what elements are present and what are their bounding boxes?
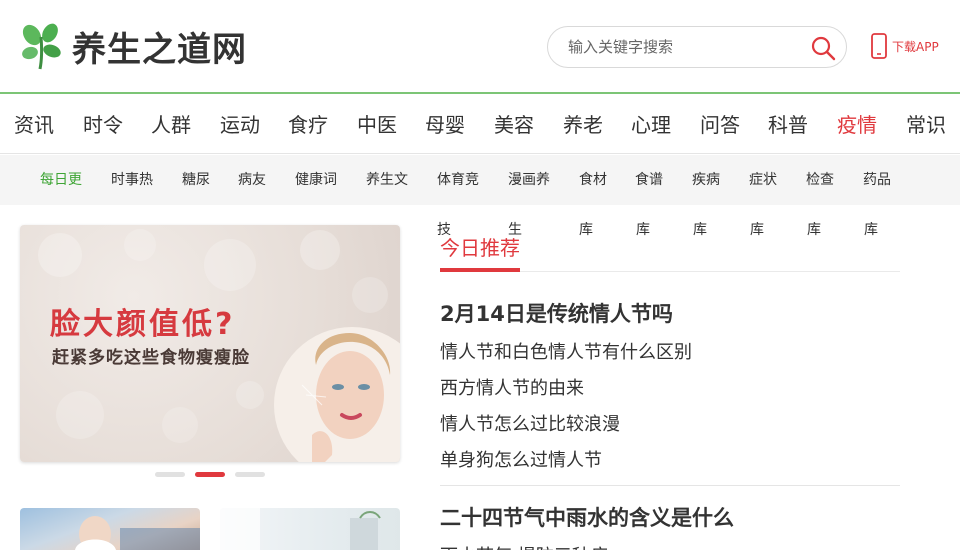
- search-box: [547, 26, 847, 68]
- sub-nav-item[interactable]: 漫画养: [508, 155, 550, 205]
- sub-nav-item[interactable]: 病友: [238, 155, 266, 205]
- sub-nav-overflow-char: 库: [636, 222, 650, 238]
- sub-nav-overflow-char: 库: [864, 222, 878, 238]
- sub-nav-item[interactable]: 食材: [579, 155, 607, 205]
- sub-nav-item[interactable]: 检查: [806, 155, 834, 205]
- main-nav-item[interactable]: 母婴: [425, 96, 465, 154]
- tab-today-recommend[interactable]: 今日推荐: [440, 232, 520, 261]
- sub-nav-item[interactable]: 糖尿: [182, 155, 210, 205]
- main-nav-item[interactable]: 养老: [563, 96, 603, 154]
- logo-text: 养生之道网: [72, 29, 247, 70]
- main-nav-item[interactable]: 时令: [83, 96, 123, 154]
- search-icon[interactable]: [810, 35, 836, 61]
- download-app-label: 下载APP: [892, 39, 939, 54]
- sub-nav-overflow-char: 库: [693, 222, 707, 238]
- sub-nav-overflow-char: 库: [579, 222, 593, 238]
- family-photo: [75, 516, 200, 550]
- sub-nav-item[interactable]: 时事热: [111, 155, 153, 205]
- article-link[interactable]: 单身狗怎么过情人节: [440, 446, 602, 472]
- main-nav-item[interactable]: 科普: [768, 96, 808, 154]
- main-nav-item[interactable]: 人群: [151, 96, 191, 154]
- banner-subtitle: 赶紧多吃这些食物瘦瘦脸: [52, 348, 250, 368]
- phone-icon: [871, 33, 887, 59]
- article-headline[interactable]: 2月14日是传统情人节吗: [440, 298, 673, 328]
- sub-nav-item[interactable]: 疾病: [692, 155, 720, 205]
- main-nav-item[interactable]: 资讯: [14, 96, 54, 154]
- article-group-divider: [440, 485, 900, 486]
- sub-nav-item[interactable]: 体育竞: [437, 155, 479, 205]
- carousel-indicators: [155, 472, 265, 478]
- main-nav-item[interactable]: 常识: [906, 96, 946, 154]
- leaf-logo-icon: [22, 23, 61, 70]
- banner-slide[interactable]: 脸大颜值低? 赶紧多吃这些食物瘦瘦脸: [20, 225, 400, 462]
- article-link[interactable]: 情人节怎么过比较浪漫: [440, 410, 620, 436]
- sub-nav-overflow-char: 库: [750, 222, 764, 238]
- main-nav-item[interactable]: 心理: [631, 96, 671, 154]
- sub-nav-item[interactable]: 食谱: [635, 155, 663, 205]
- sub-nav-overflow-char: 库: [807, 222, 821, 238]
- site-header: 养生之道网 下载APP: [0, 0, 960, 94]
- sub-nav-item[interactable]: 症状: [749, 155, 777, 205]
- article-link[interactable]: 西方情人节的由来: [440, 374, 584, 400]
- download-app-link[interactable]: 下载APP: [870, 33, 939, 59]
- tab-active-indicator: [440, 268, 520, 272]
- sub-nav-item[interactable]: 养生文: [366, 155, 408, 205]
- article-link[interactable]: 情人节和白色情人节有什么区别: [440, 338, 692, 364]
- woman-face-illustration: [274, 327, 400, 462]
- main-nav: 资讯 时令 人群 运动 食疗 中医 母婴 美容 养老 心理 问答 科普 疫情 常…: [0, 96, 960, 154]
- carousel-dot[interactable]: [235, 472, 265, 477]
- main-nav-item[interactable]: 问答: [700, 96, 740, 154]
- main-nav-item[interactable]: 食疗: [288, 96, 328, 154]
- sub-nav-item-active[interactable]: 每日更: [40, 155, 82, 205]
- sub-nav-item[interactable]: 药品: [863, 155, 891, 205]
- sub-nav: 每日更 时事热 糖尿 病友 健康词 养生文 体育竞 漫画养 食材 食谱 疾病 症…: [0, 155, 960, 205]
- room-photo: [220, 508, 381, 550]
- article-link[interactable]: 雨水节气 提防三种病: [440, 542, 608, 550]
- main-nav-item[interactable]: 中医: [357, 96, 397, 154]
- article-headline[interactable]: 二十四节气中雨水的含义是什么: [440, 502, 734, 532]
- sub-nav-item[interactable]: 健康词: [295, 155, 337, 205]
- banner-title: 脸大颜值低?: [50, 307, 236, 342]
- carousel-dot-active[interactable]: [195, 472, 225, 477]
- search-input[interactable]: [568, 27, 798, 67]
- main-nav-item[interactable]: 运动: [220, 96, 260, 154]
- main-nav-item-active[interactable]: 疫情: [837, 96, 877, 154]
- main-nav-item[interactable]: 美容: [494, 96, 534, 154]
- article-thumbnail[interactable]: [20, 508, 200, 550]
- carousel-dot[interactable]: [155, 472, 185, 477]
- site-logo[interactable]: 养生之道网: [20, 20, 247, 72]
- article-thumbnail[interactable]: [220, 508, 400, 550]
